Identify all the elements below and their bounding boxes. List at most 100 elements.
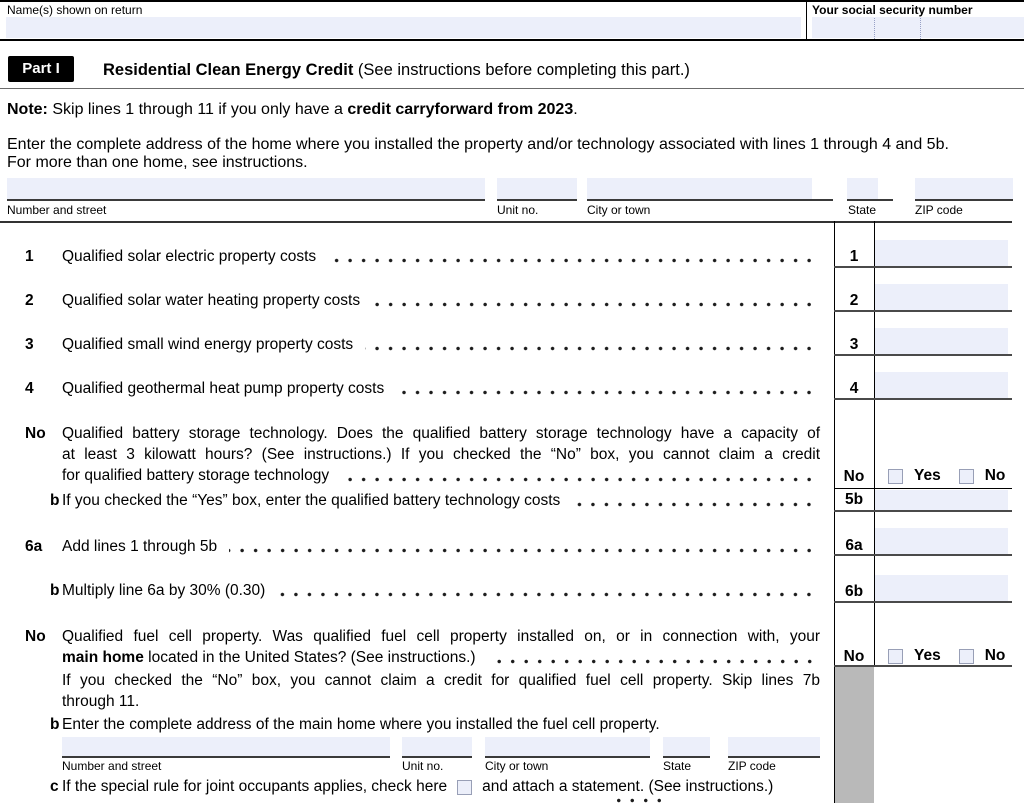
rule — [834, 554, 1012, 556]
rule — [834, 310, 1012, 312]
line-2-number: 2 — [25, 292, 34, 310]
intro-line1: Enter the complete address of the home w… — [7, 135, 1017, 154]
line-5a-text3: for qualified battery storage technology — [62, 467, 329, 485]
line-1-amount-input[interactable] — [875, 240, 1008, 266]
line-5a-yesno: Yes No — [888, 467, 1005, 485]
line-7c-letter: c — [50, 778, 59, 796]
rule — [834, 601, 1012, 603]
dot-leader — [396, 390, 816, 395]
rule — [834, 354, 1012, 356]
address-number-street-label: Number and street — [7, 204, 106, 217]
underline — [663, 756, 710, 758]
part1-title-row: Residential Clean Energy Credit (See ins… — [103, 60, 690, 80]
line-1-box-number: 1 — [834, 248, 874, 266]
shaded-column — [835, 667, 874, 803]
fuelcell-unit-label: Unit no. — [402, 760, 443, 773]
underline — [402, 756, 472, 758]
ssn-separator — [920, 18, 921, 39]
fuelcell-state-label: State — [663, 760, 691, 773]
top-border — [0, 0, 1024, 2]
line-2-amount-input[interactable] — [875, 284, 1008, 310]
line-7b-label: Enter the complete address of the main h… — [62, 716, 820, 734]
line-5a-yes-checkbox[interactable] — [888, 469, 903, 484]
note-text: Skip lines 1 through 11 if you only have… — [48, 101, 347, 118]
fuelcell-zip-input[interactable] — [728, 737, 820, 756]
line-7c-row: If the special rule for joint occupants … — [62, 778, 773, 796]
line-4-row: Qualified geothermal heat pump property … — [62, 380, 820, 398]
form-5695-part1-page: Name(s) shown on return Your social secu… — [0, 0, 1024, 803]
line-5a-no-checkbox[interactable] — [959, 469, 974, 484]
line-5b-amount-input[interactable] — [875, 490, 1008, 510]
line-6b-row: Multiply line 6a by 30% (0.30) — [62, 582, 820, 600]
line-5a-yes-label: Yes — [914, 467, 941, 485]
note-prefix: Note: — [7, 101, 48, 118]
dot-leader — [277, 592, 816, 597]
line-7a-text1: Qualified fuel cell property. Was qualif… — [62, 628, 820, 646]
line-6b-amount-input[interactable] — [875, 575, 1008, 601]
table-top-border — [0, 221, 1012, 223]
name-input[interactable] — [6, 17, 801, 38]
part1-title: Residential Clean Energy Credit — [103, 61, 353, 79]
line-7a-cont2: through 11. — [62, 693, 820, 711]
note-line: Note: Skip lines 1 through 11 if you onl… — [7, 100, 578, 119]
line-7c-checkbox[interactable] — [457, 780, 472, 795]
line-4-box-number: 4 — [834, 380, 874, 398]
line-3-box-number: 3 — [834, 336, 874, 354]
fuelcell-city-input[interactable] — [485, 737, 650, 756]
fuelcell-state-input[interactable] — [663, 737, 710, 756]
line-5a-text1: Qualified battery storage technology. Do… — [62, 425, 820, 443]
line-5b-row: If you checked the “Yes” box, enter the … — [62, 492, 820, 510]
underline — [485, 756, 650, 758]
ssn-input[interactable] — [812, 17, 1024, 38]
line-1-number: 1 — [25, 248, 34, 266]
line-7a-yesno: Yes No — [888, 647, 1005, 665]
fuelcell-unit-input[interactable] — [402, 737, 472, 756]
line-6a-amount-input[interactable] — [875, 528, 1008, 554]
line-6a-box-number: 6a — [834, 537, 874, 555]
dot-leader — [341, 477, 816, 482]
address-zip-label: ZIP code — [915, 204, 963, 217]
rule — [834, 398, 1012, 400]
line-7a-no-checkbox[interactable] — [959, 649, 974, 664]
name-field-label: Name(s) shown on return — [7, 4, 142, 17]
address-state-input[interactable] — [847, 178, 878, 199]
line-7b-letter: b — [50, 716, 59, 734]
line-7c-text-before: If the special rule for joint occupants … — [62, 778, 447, 796]
dot-leader — [372, 302, 816, 307]
line-6b-box-number: 6b — [834, 583, 874, 601]
line-3-number: 3 — [25, 336, 34, 354]
address-state-label: State — [848, 204, 876, 217]
underline — [847, 199, 893, 201]
line-7a-yes-checkbox[interactable] — [888, 649, 903, 664]
header-bottom-border — [0, 39, 1024, 41]
address-city-input[interactable] — [587, 178, 812, 199]
ssn-label: Your social security number — [812, 4, 973, 17]
address-unit-input[interactable] — [497, 178, 577, 199]
underline — [62, 756, 390, 758]
line-4-number: 4 — [25, 380, 34, 398]
line-7a-yes-label: Yes — [914, 647, 941, 665]
fuelcell-number-street-input[interactable] — [62, 737, 390, 756]
line-5a-box-number: No — [834, 468, 874, 486]
line-7a-text2: located in the United States? (See instr… — [144, 649, 476, 667]
dot-leader — [365, 346, 816, 351]
line-5b-box-number: 5b — [834, 491, 874, 509]
line-2-box-number: 2 — [834, 292, 874, 310]
line-6b-label: Multiply line 6a by 30% (0.30) — [62, 582, 265, 600]
line-3-amount-input[interactable] — [875, 328, 1008, 354]
fuelcell-zip-label: ZIP code — [728, 760, 776, 773]
line-7a-text2-row: main home located in the United States? … — [62, 649, 820, 667]
intro-line2: For more than one home, see instructions… — [7, 153, 1017, 172]
line-7a-number: No — [25, 628, 46, 646]
address-number-street-input[interactable] — [7, 178, 485, 199]
line-7a-no-label: No — [985, 647, 1006, 665]
line-3-label: Qualified small wind energy property cos… — [62, 336, 353, 354]
line-4-amount-input[interactable] — [875, 372, 1008, 398]
address-zip-input[interactable] — [915, 178, 1013, 199]
line-5b-letter: b — [50, 492, 59, 510]
dot-leader — [229, 548, 816, 553]
section-divider — [0, 88, 1024, 89]
underline — [497, 199, 577, 201]
line-6b-letter: b — [50, 582, 59, 600]
rule — [834, 266, 1012, 268]
